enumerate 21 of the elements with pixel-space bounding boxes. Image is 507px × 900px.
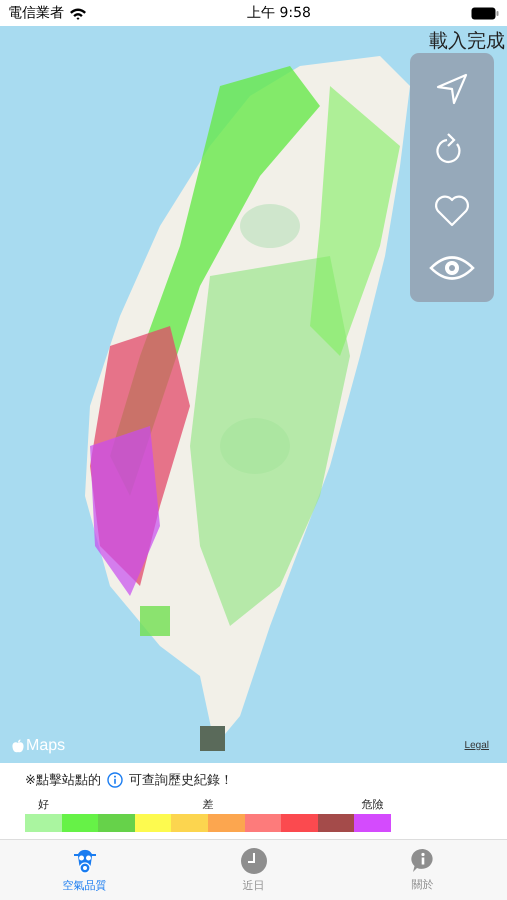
hint-text: ※點擊站點的 — [25, 772, 101, 789]
clock-time: 上午 9:58 — [247, 4, 311, 22]
legend-label: 危險 — [362, 797, 384, 812]
legend-label: 好 — [38, 797, 49, 812]
battery-icon — [470, 6, 499, 20]
info-icon — [106, 772, 123, 788]
clock-icon — [240, 847, 268, 875]
legend-label: 差 — [202, 797, 214, 812]
tab[interactable]: 關於 — [338, 840, 507, 900]
location-arrow-icon[interactable] — [435, 72, 469, 106]
carrier-name: 電信業者 — [8, 4, 64, 22]
maps-attribution: Maps — [26, 737, 66, 755]
load-status: 載入完成 — [429, 29, 505, 54]
apple-icon — [12, 739, 24, 753]
legal-link[interactable]: Legal — [464, 740, 489, 751]
hint-text: 可查詢歷史紀錄！ — [128, 772, 233, 789]
heart-icon[interactable] — [434, 195, 470, 228]
tab[interactable]: 近日 — [169, 840, 338, 900]
wifi-icon — [69, 6, 87, 20]
tab[interactable]: 空氣品質 — [0, 840, 169, 900]
info-bubble-icon — [410, 848, 436, 874]
